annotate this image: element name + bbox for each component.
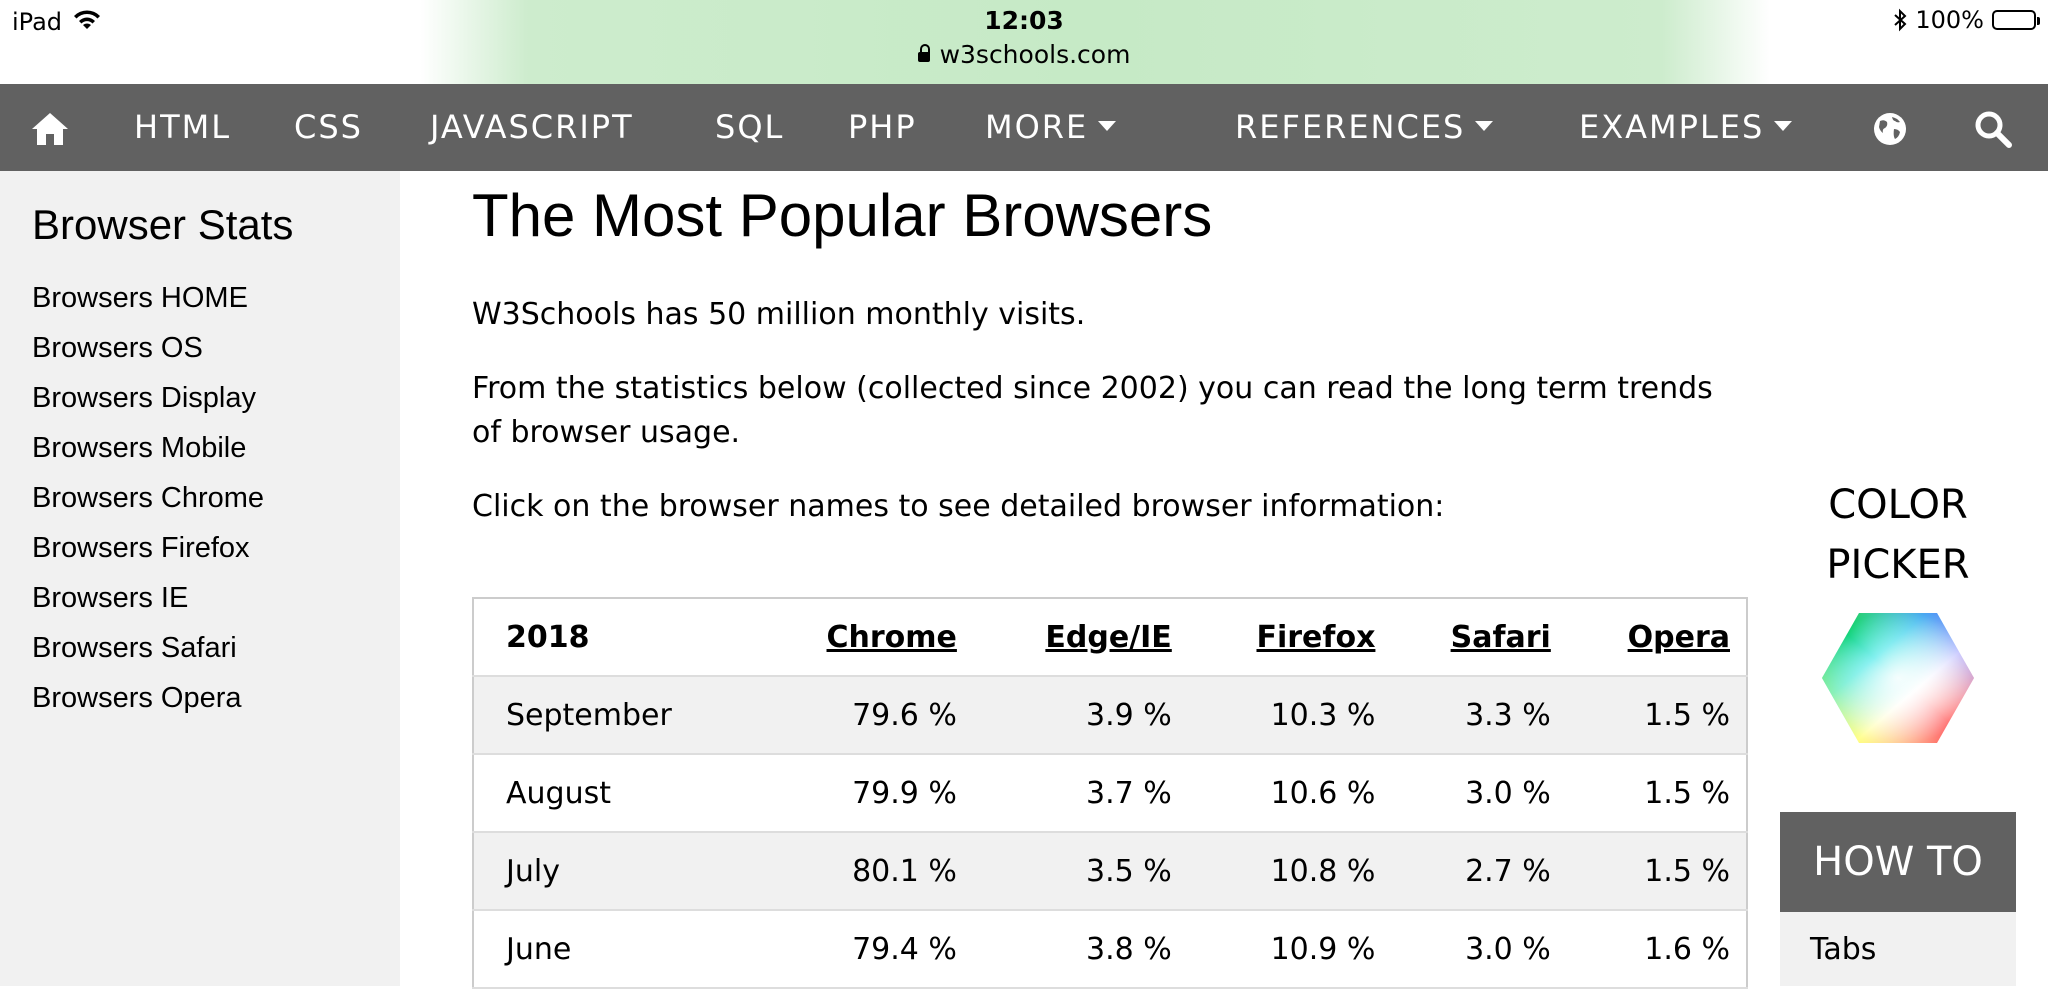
chevron-down-icon (1774, 121, 1793, 131)
sidebar-link-safari[interactable]: Browsers Safari (32, 632, 237, 665)
status-bar: iPad 12:03 w3schools.com 100% (0, 0, 2048, 84)
header-safari[interactable]: Safari (1391, 598, 1567, 677)
cell-safari: 3.3 % (1391, 676, 1567, 755)
how-to-list: Tabs (1780, 912, 2016, 986)
cell-firefox: 10.8 % (1187, 832, 1392, 911)
header-safari-link[interactable]: Safari (1451, 620, 1551, 655)
cell-safari: 3.0 % (1391, 754, 1567, 833)
sidebar-link-mobile[interactable]: Browsers Mobile (32, 432, 246, 465)
cell-month: July (473, 832, 752, 911)
top-nav: HTML CSS JAVASCRIPT SQL PHP MORE REFEREN… (0, 84, 2048, 171)
cell-opera: 1.5 % (1566, 676, 1747, 755)
color-picker-icon[interactable] (1820, 611, 1976, 745)
nav-references-label: REFERENCES (1235, 108, 1466, 146)
sidebar-link-os[interactable]: Browsers OS (32, 332, 203, 365)
cell-firefox: 10.6 % (1187, 754, 1392, 833)
cell-chrome: 79.9 % (752, 754, 973, 833)
nav-more-label: MORE (985, 108, 1089, 146)
table-row: September 79.6 % 3.9 % 10.3 % 3.3 % 1.5 … (473, 676, 1747, 755)
cell-safari: 3.0 % (1391, 910, 1567, 989)
color-picker-line2: PICKER (1826, 542, 1970, 588)
table-row: July 80.1 % 3.5 % 10.8 % 2.7 % 1.5 % (473, 832, 1747, 911)
how-to-header[interactable]: HOW TO (1780, 812, 2016, 912)
cell-edge-ie: 3.5 % (972, 832, 1188, 911)
header-chrome[interactable]: Chrome (752, 598, 973, 677)
bluetooth-icon (1894, 8, 1907, 32)
nav-more[interactable]: MORE (985, 84, 1117, 171)
lock-icon (917, 44, 930, 62)
header-year: 2018 (473, 598, 752, 677)
table-row: August 79.9 % 3.7 % 10.6 % 3.0 % 1.5 % (473, 754, 1747, 833)
cell-edge-ie: 3.7 % (972, 754, 1188, 833)
intro-click: Click on the browser names to see detail… (472, 489, 1445, 524)
globe-icon[interactable] (1872, 84, 1908, 171)
cell-chrome: 79.6 % (752, 676, 973, 755)
intro-visits: W3Schools has 50 million monthly visits. (472, 297, 1086, 332)
nav-javascript[interactable]: JAVASCRIPT (430, 84, 634, 171)
home-icon[interactable] (30, 84, 70, 171)
nav-php[interactable]: PHP (848, 84, 917, 171)
cell-chrome: 79.4 % (752, 910, 973, 989)
header-firefox-link[interactable]: Firefox (1256, 620, 1375, 655)
cell-opera: 1.6 % (1566, 910, 1747, 989)
status-right: 100% (1893, 6, 2040, 34)
cell-opera: 1.5 % (1566, 832, 1747, 911)
sidebar: Browser Stats Browsers HOME Browsers OS … (0, 171, 400, 986)
cell-edge-ie: 3.9 % (972, 676, 1188, 755)
header-edge-ie[interactable]: Edge/IE (972, 598, 1188, 677)
sidebar-title: Browser Stats (32, 201, 294, 248)
cell-opera: 1.5 % (1566, 754, 1747, 833)
color-picker-line1: COLOR (1828, 482, 1968, 528)
nav-sql[interactable]: SQL (715, 84, 784, 171)
header-firefox[interactable]: Firefox (1187, 598, 1392, 677)
page-title: The Most Popular Browsers (472, 182, 1213, 249)
sidebar-link-opera[interactable]: Browsers Opera (32, 682, 242, 715)
intro-stats: From the statistics below (collected sin… (472, 371, 1713, 450)
chevron-down-icon (1098, 121, 1117, 131)
battery-icon (1992, 10, 2040, 30)
browser-stats-table: 2018 Chrome Edge/IE Firefox Safari Opera… (472, 597, 1748, 989)
nav-html[interactable]: HTML (134, 84, 231, 171)
nav-examples-label: EXAMPLES (1579, 108, 1765, 146)
color-picker-title[interactable]: COLOR PICKER (1780, 475, 2016, 595)
url-text: w3schools.com (939, 40, 1131, 69)
chevron-down-icon (1475, 121, 1494, 131)
search-icon[interactable] (1974, 84, 2012, 171)
table-row: June 79.4 % 3.8 % 10.9 % 3.0 % 1.6 % (473, 910, 1747, 989)
sidebar-link-home[interactable]: Browsers HOME (32, 282, 248, 315)
cell-edge-ie: 3.8 % (972, 910, 1188, 989)
cell-firefox: 10.3 % (1187, 676, 1392, 755)
sidebar-link-chrome[interactable]: Browsers Chrome (32, 482, 264, 515)
cell-month: September (473, 676, 752, 755)
header-edge-ie-link[interactable]: Edge/IE (1045, 620, 1171, 655)
nav-references[interactable]: REFERENCES (1235, 84, 1494, 171)
sidebar-link-firefox[interactable]: Browsers Firefox (32, 532, 250, 565)
header-opera-link[interactable]: Opera (1628, 620, 1730, 655)
cell-month: August (473, 754, 752, 833)
nav-css[interactable]: CSS (294, 84, 363, 171)
cell-month: June (473, 910, 752, 989)
battery-percent: 100% (1915, 6, 1984, 34)
nav-examples[interactable]: EXAMPLES (1579, 84, 1793, 171)
cell-chrome: 80.1 % (752, 832, 973, 911)
cell-safari: 2.7 % (1391, 832, 1567, 911)
how-to-tabs-link[interactable]: Tabs (1810, 932, 1876, 967)
right-column: COLOR PICKER HOW TO Tabs (1780, 171, 2048, 986)
sidebar-link-ie[interactable]: Browsers IE (32, 582, 188, 615)
status-time: 12:03 (984, 6, 1064, 35)
sidebar-link-display[interactable]: Browsers Display (32, 382, 256, 415)
table-header-row: 2018 Chrome Edge/IE Firefox Safari Opera (473, 598, 1747, 677)
url-bar[interactable]: w3schools.com (0, 40, 2048, 69)
header-opera[interactable]: Opera (1566, 598, 1747, 677)
cell-firefox: 10.9 % (1187, 910, 1392, 989)
header-chrome-link[interactable]: Chrome (827, 620, 957, 655)
